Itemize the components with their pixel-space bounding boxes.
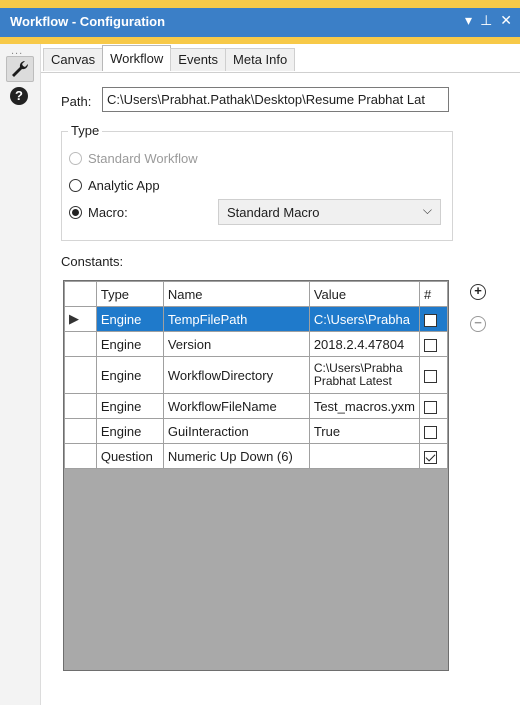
- row-indicator[interactable]: ▶: [64, 306, 97, 332]
- tab-workflow[interactable]: Workflow: [102, 45, 172, 71]
- column-header-indicator: [64, 281, 97, 307]
- table-row[interactable]: Engine Version 2018.2.4.47804: [64, 331, 448, 357]
- tab-canvas[interactable]: Canvas: [43, 48, 104, 71]
- numeric-checkbox[interactable]: [423, 450, 437, 464]
- cell-type[interactable]: Engine: [95, 356, 164, 394]
- tab-meta-info[interactable]: Meta Info: [225, 48, 296, 71]
- constants-label: Constants:: [61, 254, 124, 269]
- cell-type[interactable]: Question: [95, 443, 164, 469]
- radio-button[interactable]: [69, 152, 82, 165]
- close-icon[interactable]: ✕: [500, 12, 512, 29]
- cell-name[interactable]: Numeric Up Down (6): [162, 443, 310, 469]
- cell-value[interactable]: C:\Users\Prabha Prabhat Latest: [308, 356, 420, 394]
- table-row[interactable]: Engine WorkflowDirectory C:\Users\Prabha…: [64, 356, 448, 394]
- title-bar: Workflow - Configuration ▾ ⊥ ✕: [0, 0, 520, 44]
- add-constant-button[interactable]: +: [470, 284, 486, 300]
- cell-value[interactable]: Test_macros.yxm: [308, 393, 420, 419]
- macro-type-value: Standard Macro: [227, 205, 320, 220]
- pin-icon[interactable]: ⊥: [480, 12, 492, 29]
- tab-strip: Canvas Workflow Events Meta Info: [43, 45, 296, 72]
- dropdown-menu-icon[interactable]: ▾: [465, 12, 472, 29]
- cell-numeric[interactable]: [418, 331, 448, 357]
- macro-type-select[interactable]: Standard Macro ⌵: [218, 199, 441, 225]
- radio-button[interactable]: [69, 179, 82, 192]
- table-row[interactable]: Question Numeric Up Down (6): [64, 443, 448, 469]
- left-sidebar: ... ?: [0, 44, 41, 705]
- table-header-row: Type Name Value #: [64, 281, 448, 307]
- numeric-checkbox[interactable]: [423, 369, 437, 383]
- radio-label: Analytic App: [88, 178, 160, 193]
- table-row[interactable]: ▶ Engine TempFilePath C:\Users\Prabha: [64, 306, 448, 332]
- cell-value[interactable]: True: [308, 418, 420, 444]
- cell-type[interactable]: Engine: [95, 393, 164, 419]
- cell-type[interactable]: Engine: [95, 306, 164, 332]
- type-group-legend: Type: [68, 123, 103, 138]
- radio-standard-workflow[interactable]: Standard Workflow: [69, 151, 198, 166]
- cell-numeric[interactable]: [418, 306, 448, 332]
- row-indicator[interactable]: [64, 356, 97, 394]
- tab-divider: [41, 72, 520, 73]
- cell-value[interactable]: 2018.2.4.47804: [308, 331, 420, 357]
- remove-constant-button[interactable]: −: [470, 316, 486, 332]
- cell-type[interactable]: Engine: [95, 418, 164, 444]
- cell-numeric[interactable]: [418, 443, 448, 469]
- path-field[interactable]: C:\Users\Prabhat.Pathak\Desktop\Resume P…: [102, 87, 449, 112]
- cell-numeric[interactable]: [418, 356, 448, 394]
- cell-name[interactable]: GuiInteraction: [162, 418, 310, 444]
- cell-name[interactable]: TempFilePath: [162, 306, 310, 332]
- cell-numeric[interactable]: [418, 418, 448, 444]
- radio-macro[interactable]: Macro:: [69, 205, 128, 220]
- wrench-icon: [12, 60, 29, 77]
- tab-events[interactable]: Events: [170, 48, 227, 71]
- cell-name[interactable]: WorkflowDirectory: [162, 356, 310, 394]
- chevron-down-icon: ⌵: [422, 203, 432, 217]
- cell-type[interactable]: Engine: [95, 331, 164, 357]
- constants-table: Type Name Value # ▶ Engine TempFilePath …: [64, 281, 448, 469]
- column-header-value[interactable]: Value: [308, 281, 420, 307]
- row-indicator[interactable]: [64, 393, 97, 419]
- row-indicator[interactable]: [64, 443, 97, 469]
- numeric-checkbox[interactable]: [423, 425, 437, 439]
- numeric-checkbox[interactable]: [423, 313, 437, 327]
- radio-button[interactable]: [69, 206, 82, 219]
- row-indicator[interactable]: [64, 418, 97, 444]
- column-header-numeric[interactable]: #: [418, 281, 448, 307]
- radio-label: Standard Workflow: [88, 151, 198, 166]
- cell-name[interactable]: Version: [162, 331, 310, 357]
- help-icon[interactable]: ?: [10, 87, 28, 105]
- configuration-button[interactable]: [6, 56, 34, 82]
- table-row[interactable]: Engine GuiInteraction True: [64, 418, 448, 444]
- numeric-checkbox[interactable]: [423, 400, 437, 414]
- table-row[interactable]: Engine WorkflowFileName Test_macros.yxm: [64, 393, 448, 419]
- constants-grid: Type Name Value # ▶ Engine TempFilePath …: [63, 280, 449, 671]
- column-header-name[interactable]: Name: [162, 281, 310, 307]
- window-title: Workflow - Configuration: [10, 14, 166, 29]
- column-header-type[interactable]: Type: [95, 281, 164, 307]
- radio-analytic-app[interactable]: Analytic App: [69, 178, 160, 193]
- cell-name[interactable]: WorkflowFileName: [162, 393, 310, 419]
- cell-numeric[interactable]: [418, 393, 448, 419]
- radio-label: Macro:: [88, 205, 128, 220]
- path-label: Path:: [61, 94, 92, 109]
- cell-value[interactable]: [308, 443, 420, 469]
- title-bar-inner: Workflow - Configuration ▾ ⊥ ✕: [0, 8, 520, 37]
- numeric-checkbox[interactable]: [423, 338, 437, 352]
- cell-value[interactable]: C:\Users\Prabha: [308, 306, 420, 332]
- row-indicator[interactable]: [64, 331, 97, 357]
- window-controls: ▾ ⊥ ✕: [465, 12, 512, 29]
